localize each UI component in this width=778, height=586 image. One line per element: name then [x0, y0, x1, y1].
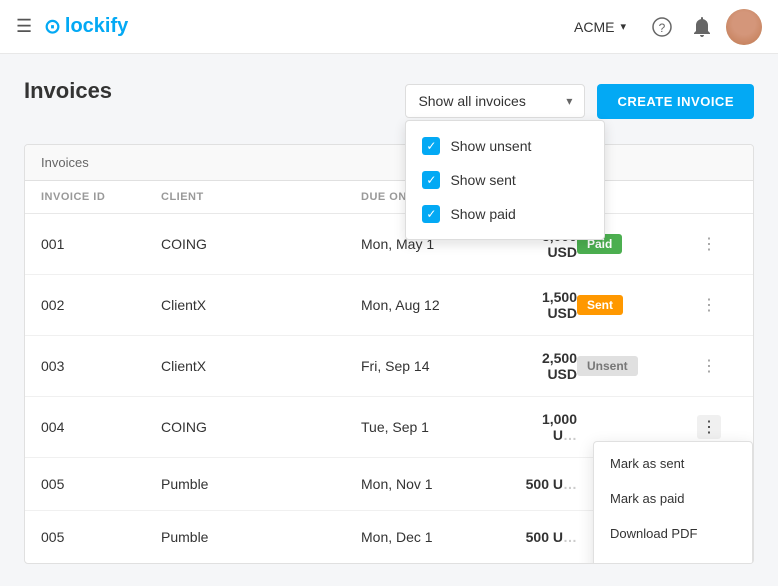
menu-icon[interactable]: ☰ — [16, 16, 32, 37]
workspace-selector[interactable]: ACME ▾ — [574, 19, 626, 35]
context-delete[interactable]: Delete — [594, 551, 752, 564]
workspace-name: ACME — [574, 19, 614, 35]
filter-dropdown[interactable]: Show all invoices ▾ — [405, 84, 585, 118]
context-mark-paid[interactable]: Mark as paid — [594, 481, 752, 516]
logo: ⊙ lockify — [44, 14, 128, 39]
help-button[interactable]: ? — [644, 9, 680, 45]
client-name: COING — [161, 419, 361, 435]
invoice-id: 001 — [41, 236, 161, 252]
invoice-id: 002 — [41, 297, 161, 313]
filter-panel: ✓ Show unsent ✓ Show sent ✓ Show paid — [405, 120, 605, 240]
due-date: Fri, Sep 14 — [361, 358, 521, 374]
filter-option-paid-label: Show paid — [450, 206, 515, 222]
col-header-actions — [697, 191, 737, 203]
context-mark-sent[interactable]: Mark as sent — [594, 446, 752, 481]
amount: 2,500 USD — [521, 350, 577, 382]
col-header-id: INVOICE ID — [41, 191, 161, 203]
svg-text:?: ? — [659, 21, 666, 35]
checkbox-unsent-icon: ✓ — [422, 137, 440, 155]
checkbox-sent-icon: ✓ — [422, 171, 440, 189]
bell-icon — [693, 17, 711, 37]
table-section-label: Invoices — [25, 145, 753, 181]
context-menu: Mark as sent Mark as paid Download PDF D… — [593, 441, 753, 564]
workspace-arrow-icon: ▾ — [620, 20, 626, 33]
status-badge: Unsent — [577, 356, 697, 376]
page-title: Invoices — [24, 78, 112, 104]
invoice-id: 004 — [41, 419, 161, 435]
table-row: 001 COING Mon, May 1 3,000 USD Paid ⋮ — [25, 214, 753, 275]
filter-option-sent-label: Show sent — [450, 172, 515, 188]
row-actions-button[interactable]: ⋮ — [697, 232, 721, 256]
filter-option-unsent-label: Show unsent — [450, 138, 531, 154]
amount: 1,000 U… — [521, 411, 577, 443]
filter-option-unsent[interactable]: ✓ Show unsent — [406, 129, 604, 163]
invoice-id: 005 — [41, 529, 161, 545]
invoices-table: Invoices INVOICE ID CLIENT DUE ON 001 CO… — [24, 144, 754, 564]
invoice-id: 003 — [41, 358, 161, 374]
amount: 500 U… — [521, 529, 577, 545]
row-actions-button[interactable]: ⋮ — [697, 415, 721, 439]
due-date: Tue, Sep 1 — [361, 419, 521, 435]
status-badge: Sent — [577, 295, 697, 315]
table-row: 004 COING Tue, Sep 1 1,000 U… ⋮ Mark as … — [25, 397, 753, 458]
amount: 1,500 USD — [521, 289, 577, 321]
client-name: ClientX — [161, 297, 361, 313]
filter-option-sent[interactable]: ✓ Show sent — [406, 163, 604, 197]
client-name: ClientX — [161, 358, 361, 374]
row-actions-button[interactable]: ⋮ — [697, 293, 721, 317]
table-column-headers: INVOICE ID CLIENT DUE ON — [25, 181, 753, 214]
filter-wrapper: Show all invoices ▾ ✓ Show unsent ✓ Show… — [405, 84, 585, 118]
table-row: 003 ClientX Fri, Sep 14 2,500 USD Unsent… — [25, 336, 753, 397]
logo-text: lockify — [65, 15, 128, 38]
row-actions-button[interactable]: ⋮ — [697, 354, 721, 378]
invoice-id: 005 — [41, 476, 161, 492]
due-date: Mon, Nov 1 — [361, 476, 521, 492]
checkbox-paid-icon: ✓ — [422, 205, 440, 223]
sent-badge: Sent — [577, 295, 623, 315]
amount: 500 U… — [521, 476, 577, 492]
main-content: Invoices Show all invoices ▾ ✓ Show unse… — [0, 54, 778, 564]
filter-label: Show all invoices — [418, 93, 525, 109]
filter-option-paid[interactable]: ✓ Show paid — [406, 197, 604, 231]
header: ☰ ⊙ lockify ACME ▾ ? — [0, 0, 778, 54]
unsent-badge: Unsent — [577, 356, 638, 376]
client-name: Pumble — [161, 529, 361, 545]
col-header-client: CLIENT — [161, 191, 361, 203]
due-date: Mon, Dec 1 — [361, 529, 521, 545]
table-row: 002 ClientX Mon, Aug 12 1,500 USD Sent ⋮ — [25, 275, 753, 336]
section-label: Invoices — [41, 155, 89, 170]
client-name: Pumble — [161, 476, 361, 492]
avatar[interactable] — [726, 9, 762, 45]
logo-clock-icon: ⊙ — [44, 14, 61, 39]
due-date: Mon, Aug 12 — [361, 297, 521, 313]
create-invoice-button[interactable]: CREATE INVOICE — [597, 84, 754, 119]
question-icon: ? — [652, 17, 672, 37]
dropdown-arrow-icon: ▾ — [566, 94, 572, 108]
client-name: COING — [161, 236, 361, 252]
notifications-button[interactable] — [684, 9, 720, 45]
context-download-pdf[interactable]: Download PDF — [594, 516, 752, 551]
